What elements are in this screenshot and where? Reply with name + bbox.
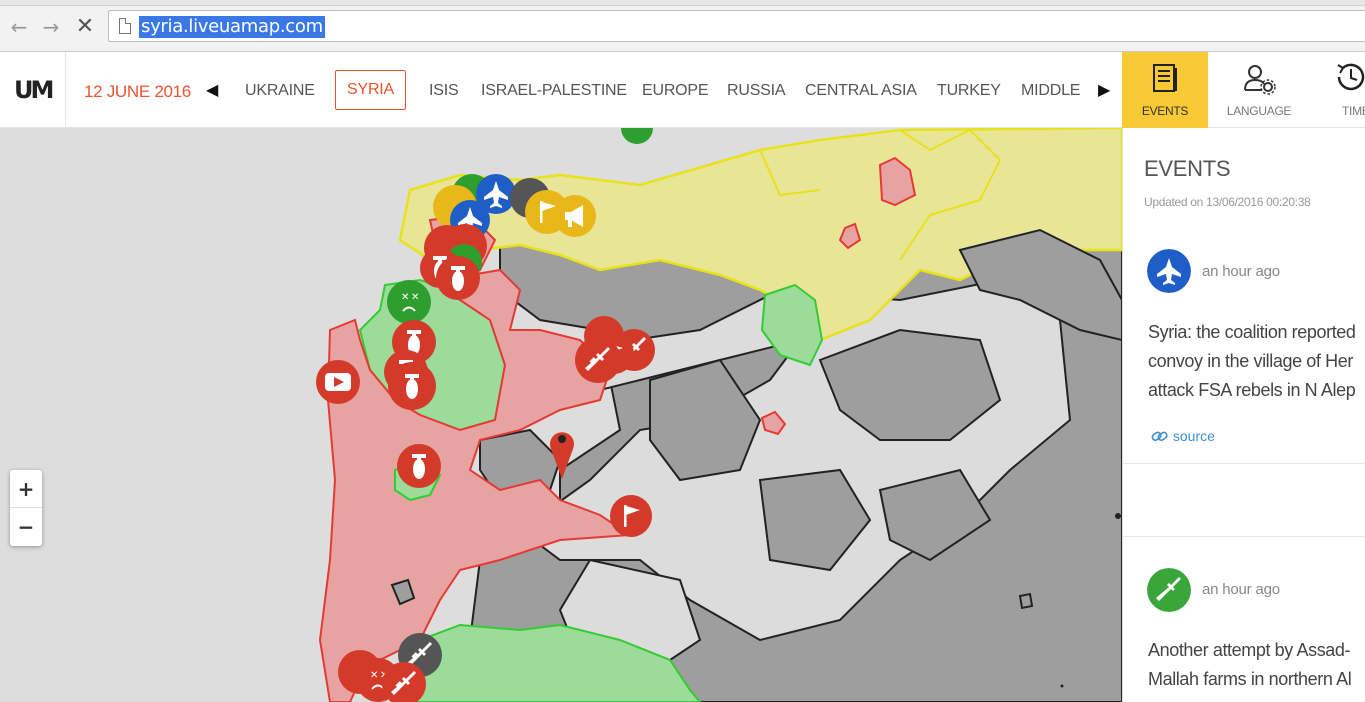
- link-icon: [1151, 431, 1168, 441]
- zoom-out-button[interactable]: −: [10, 508, 42, 546]
- region-tab-central-asia[interactable]: CENTRAL ASIA: [805, 82, 917, 100]
- marker-video[interactable]: [316, 360, 360, 404]
- region-tab-middle[interactable]: MIDDLE: [1021, 82, 1080, 100]
- site-header: UM 12 JUNE 2016 ◀ UKRAINE SYRIA ISIS ISR…: [0, 52, 1365, 128]
- clock-icon: [1337, 63, 1365, 91]
- tab-strip: [0, 0, 1365, 6]
- current-date[interactable]: 12 JUNE 2016: [84, 82, 191, 102]
- event-divider: [1123, 463, 1365, 464]
- logo-text: UM: [14, 76, 54, 104]
- language-tab-label: LANGUAGE: [1226, 104, 1292, 118]
- event-divider: [1123, 536, 1365, 537]
- region-tab-europe[interactable]: EUROPE: [642, 82, 709, 100]
- stop-loading-button[interactable]: ✕: [74, 16, 96, 38]
- scroll-right-arrow-icon[interactable]: ▶: [1098, 80, 1110, 99]
- zoom-in-button[interactable]: +: [10, 470, 42, 508]
- page-icon: [119, 18, 131, 34]
- region-tab-syria[interactable]: SYRIA: [335, 70, 407, 110]
- language-tab-button[interactable]: LANGUAGE: [1216, 52, 1302, 128]
- back-button[interactable]: ←: [8, 16, 30, 38]
- rifle-icon: [1147, 568, 1191, 612]
- forward-button[interactable]: →: [40, 16, 62, 38]
- event-time: an hour ago: [1202, 263, 1280, 280]
- event-text-line: convoy in the village of Her: [1148, 351, 1353, 371]
- url-text[interactable]: syria.liveuamap.com: [139, 16, 325, 38]
- map-island: [1018, 592, 1034, 610]
- region-tab-ukraine[interactable]: UKRAINE: [245, 82, 315, 100]
- event-source-label: source: [1172, 428, 1215, 444]
- browser-toolbar: ← → ✕ syria.liveuamap.com: [0, 0, 1365, 52]
- address-bar[interactable]: syria.liveuamap.com: [108, 10, 1365, 42]
- marker-flag[interactable]: [610, 495, 652, 537]
- event-text-line: Another attempt by Assad-: [1148, 640, 1351, 660]
- time-tab-button[interactable]: TIME: [1306, 52, 1365, 128]
- region-tab-turkey[interactable]: TURKEY: [937, 82, 1001, 100]
- event-text-line: attack FSA rebels in N Alep: [1148, 380, 1356, 400]
- region-tab-isis[interactable]: ISIS: [429, 82, 459, 100]
- events-panel: EVENTS Updated on 13/06/2016 00:20:38 an…: [1122, 128, 1365, 702]
- region-tab-russia[interactable]: RUSSIA: [727, 82, 786, 100]
- region-tab-israel-palestine[interactable]: ISRAEL-PALESTINE: [481, 82, 627, 100]
- language-icon: [1244, 65, 1276, 95]
- map-canvas[interactable]: ✕ ✕: [0, 128, 1122, 702]
- events-tab-label: EVENTS: [1141, 104, 1189, 118]
- event-source-link[interactable]: source: [1151, 428, 1215, 444]
- panel-title: EVENTS: [1144, 156, 1231, 181]
- marker-bombing[interactable]: [397, 444, 441, 488]
- event-text-line: Mallah farms in northern Al: [1148, 669, 1352, 689]
- zoom-control: + −: [10, 470, 42, 546]
- conflict-map[interactable]: ✕ ✕: [0, 128, 1122, 702]
- marker-casualties[interactable]: [387, 280, 431, 324]
- marker-bombing[interactable]: [388, 362, 436, 410]
- time-tab-label: TIME: [1342, 104, 1365, 118]
- jet-icon: [1147, 249, 1191, 293]
- marker-green-top[interactable]: [621, 128, 653, 144]
- event-time: an hour ago: [1202, 581, 1280, 598]
- event-text-line: Syria: the coalition reported: [1148, 322, 1356, 342]
- marker-bombing[interactable]: [436, 256, 480, 300]
- marker-clash[interactable]: [575, 337, 621, 383]
- events-tab-button[interactable]: EVENTS: [1122, 52, 1208, 128]
- marker-protest[interactable]: [554, 195, 596, 237]
- site-logo[interactable]: UM: [0, 52, 66, 128]
- events-icon: [1153, 64, 1177, 92]
- scroll-left-arrow-icon[interactable]: ◀: [206, 80, 218, 99]
- panel-updated-time: Updated on 13/06/2016 00:20:38: [1144, 195, 1311, 209]
